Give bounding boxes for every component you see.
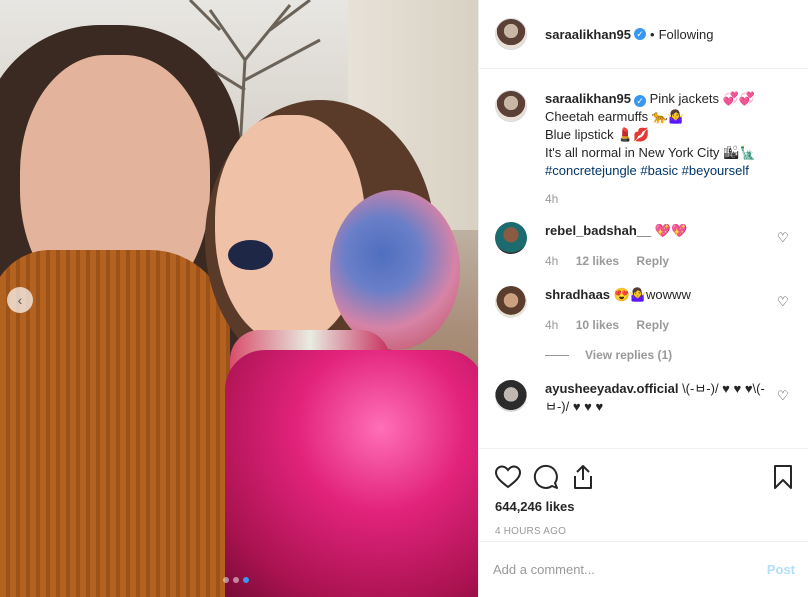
hashtag-link[interactable]: #basic <box>640 163 678 178</box>
comment-username[interactable]: ayusheeyadav.official <box>545 381 678 396</box>
comment-likes[interactable]: 10 likes <box>576 318 619 332</box>
divider <box>545 354 569 356</box>
carousel-prev-button[interactable]: ‹ <box>7 287 33 313</box>
comment-text: 💖💖 <box>654 223 688 238</box>
post-photo[interactable]: ‹ <box>0 0 478 597</box>
photo-earmuff <box>330 190 460 350</box>
post-actions: 644,246 likes 4 HOURS AGO <box>479 448 808 537</box>
carousel-dot <box>233 577 239 583</box>
following-button[interactable]: Following <box>659 27 714 42</box>
post-header: saraalikhan95 ✓ • Following <box>479 0 808 69</box>
heart-icon[interactable] <box>495 465 521 489</box>
avatar[interactable] <box>495 18 527 50</box>
share-icon[interactable] <box>571 464 595 490</box>
carousel-dot-active <box>243 577 249 583</box>
caption: saraalikhan95 ✓ Pink jackets 💞💞 Cheetah e… <box>495 90 793 180</box>
comment-input[interactable] <box>493 562 767 577</box>
bookmark-icon[interactable] <box>773 464 793 490</box>
avatar[interactable] <box>495 380 527 412</box>
reply-button[interactable]: Reply <box>636 254 669 268</box>
add-comment-bar: Post <box>479 541 808 597</box>
photo-jacket <box>225 350 478 597</box>
chevron-left-icon: ‹ <box>17 292 23 308</box>
photo-coat-left <box>0 250 230 597</box>
username-link[interactable]: saraalikhan95 <box>545 27 631 42</box>
comment-time[interactable]: 4h <box>545 254 558 268</box>
comment-username[interactable]: rebel_badshah__ <box>545 223 651 238</box>
likes-count[interactable]: 644,246 likes <box>495 499 793 514</box>
view-replies-button[interactable]: View replies (1) <box>545 346 765 364</box>
caption-line: Cheetah earmuffs 🐆🤷‍♀️ <box>545 109 685 124</box>
avatar[interactable] <box>495 286 527 318</box>
carousel-dot <box>223 577 229 583</box>
post-button[interactable]: Post <box>767 562 795 577</box>
comment-item: rebel_badshah__ 💖💖 4h 12 likes Reply ♡ <box>495 222 793 270</box>
separator: • <box>650 26 655 42</box>
caption-line: It's all normal in New York City 🏙🗽 <box>545 145 756 160</box>
verified-icon: ✓ <box>634 28 647 40</box>
caption-line: Pink jackets 💞💞 <box>649 91 755 106</box>
heart-icon[interactable]: ♡ <box>777 230 791 245</box>
comment-item: ayusheeyadav.official \(-ㅂ-)/ ♥ ♥ ♥\(-ㅂ-… <box>495 380 793 416</box>
comments-list[interactable]: saraalikhan95 ✓ Pink jackets 💞💞 Cheetah e… <box>479 70 808 447</box>
comment-username[interactable]: shradhaas <box>545 287 610 302</box>
comment-item: shradhaas 😍🤷‍♀️wowww 4h 10 likes Reply V… <box>495 286 793 364</box>
comment-icon[interactable] <box>533 464 559 490</box>
verified-icon: ✓ <box>634 95 647 107</box>
post-sidebar: saraalikhan95 ✓ • Following saraalikhan9… <box>478 0 808 597</box>
avatar[interactable] <box>495 222 527 254</box>
photo-lips <box>228 240 273 270</box>
view-replies-label: View replies (1) <box>585 348 673 362</box>
caption-line: Blue lipstick 💄💋 <box>545 127 650 142</box>
hashtag-link[interactable]: #concretejungle <box>545 163 637 178</box>
heart-icon[interactable]: ♡ <box>777 294 791 309</box>
avatar[interactable] <box>495 90 527 122</box>
hashtag-link[interactable]: #beyourself <box>682 163 749 178</box>
carousel-dots <box>223 577 249 583</box>
heart-icon[interactable]: ♡ <box>777 388 791 403</box>
caption-username[interactable]: saraalikhan95 <box>545 91 631 106</box>
caption-time: 4h <box>545 192 559 206</box>
post-timestamp[interactable]: 4 HOURS AGO <box>495 526 793 537</box>
comment-time[interactable]: 4h <box>545 318 558 332</box>
comment-likes[interactable]: 12 likes <box>576 254 619 268</box>
comment-text: 😍🤷‍♀️wowww <box>613 287 691 302</box>
reply-button[interactable]: Reply <box>636 318 669 332</box>
